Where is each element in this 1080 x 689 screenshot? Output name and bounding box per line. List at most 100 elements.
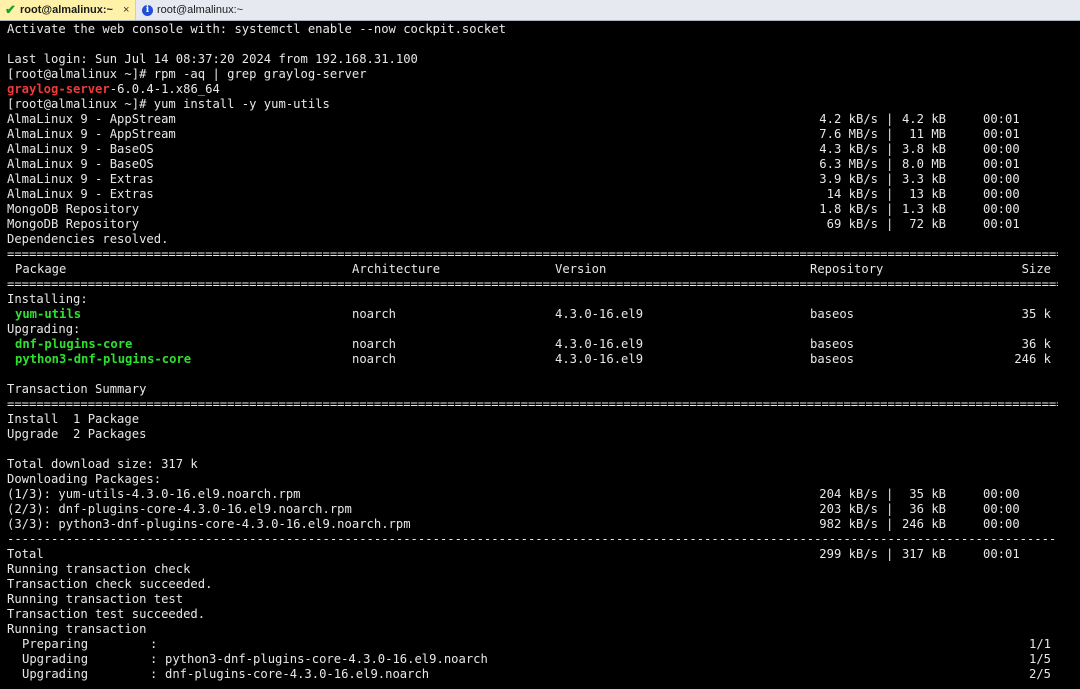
tab-label: root@almalinux:~ (20, 4, 113, 16)
terminal-line: Last login: Sun Jul 14 08:37:20 2024 fro… (7, 52, 418, 66)
repo-size: 3.3 kB (901, 172, 946, 186)
total-time: 00:01 (983, 547, 1020, 561)
package-version: 4.3.0-16.el9 (555, 352, 644, 366)
separator: | (886, 127, 894, 141)
download-size: 35 kB (901, 487, 946, 501)
repo-speed: 7.6 MB/s (819, 127, 878, 141)
double-rule: ========================================… (7, 277, 1058, 291)
repo-name: AlmaLinux 9 - Extras (7, 172, 154, 186)
package-size: 35 k (1021, 307, 1051, 321)
package-arch: noarch (352, 307, 397, 321)
step-action: Upgrading (22, 667, 89, 681)
repo-speed: 4.2 kB/s (819, 112, 878, 126)
repo-time: 00:01 (983, 127, 1020, 141)
section-label: Transaction Summary (7, 382, 147, 396)
separator: | (886, 487, 894, 501)
package-version: 4.3.0-16.el9 (555, 307, 644, 321)
repo-speed: 3.9 kB/s (819, 172, 878, 186)
repo-speed: 6.3 MB/s (819, 157, 878, 171)
repo-speed: 4.3 kB/s (819, 142, 878, 156)
package-arch: noarch (352, 352, 397, 366)
download-size: 246 kB (901, 517, 946, 531)
separator: | (886, 157, 894, 171)
step-target: python3-dnf-plugins-core-4.3.0-16.el9.no… (165, 652, 488, 666)
repo-time: 00:00 (983, 172, 1020, 186)
highlight-text: graylog-server (7, 82, 110, 96)
section-label: Upgrading: (7, 322, 81, 336)
download-speed: 982 kB/s (819, 517, 878, 531)
repo-time: 00:01 (983, 217, 1020, 231)
repo-name: MongoDB Repository (7, 217, 140, 231)
repo-time: 00:00 (983, 202, 1020, 216)
repo-speed: 1.8 kB/s (819, 202, 878, 216)
download-speed: 203 kB/s (819, 502, 878, 516)
separator: | (886, 547, 894, 561)
terminal-line: Total download size: 317 k (7, 457, 198, 471)
package-name: yum-utils (15, 307, 82, 321)
separator: | (886, 187, 894, 201)
download-name: (2/3): dnf-plugins-core-4.3.0-16.el9.noa… (7, 502, 352, 516)
repo-speed: 69 kB/s (819, 217, 878, 231)
repo-time: 00:01 (983, 157, 1020, 171)
package-arch: noarch (352, 337, 397, 351)
step-colon: : (150, 652, 158, 666)
download-speed: 204 kB/s (819, 487, 878, 501)
package-version: 4.3.0-16.el9 (555, 337, 644, 351)
terminal-line: Transaction check succeeded. (7, 577, 213, 591)
tab-session-2[interactable]: i root@almalinux:~ (138, 0, 278, 20)
separator: | (886, 217, 894, 231)
repo-name: AlmaLinux 9 - AppStream (7, 112, 176, 126)
step-count: 1/1 (1028, 637, 1051, 651)
repo-size: 13 kB (901, 187, 946, 201)
repo-name: MongoDB Repository (7, 202, 140, 216)
separator: | (886, 112, 894, 126)
terminal-output[interactable]: Activate the web console with: systemctl… (0, 21, 1080, 689)
repo-size: 11 MB (901, 127, 946, 141)
terminal-line: Dependencies resolved. (7, 232, 169, 246)
terminal-line: Running transaction test (7, 592, 184, 606)
double-rule: ========================================… (7, 247, 1058, 261)
double-rule: ========================================… (7, 397, 1058, 411)
repo-speed: 14 kB/s (819, 187, 878, 201)
separator: | (886, 502, 894, 516)
repo-name: AlmaLinux 9 - AppStream (7, 127, 176, 141)
column-header-architecture: Architecture (352, 262, 441, 276)
package-version: -6.0.4-1.x86_64 (109, 82, 220, 96)
terminal-line: Transaction test succeeded. (7, 607, 206, 621)
dashed-rule: ----------------------------------------… (7, 532, 1058, 546)
step-colon: : (150, 637, 158, 651)
total-speed: 299 kB/s (819, 547, 878, 561)
separator: | (886, 517, 894, 531)
repo-size: 8.0 MB (901, 157, 946, 171)
step-action: Preparing (22, 637, 89, 651)
download-time: 00:00 (983, 517, 1020, 531)
column-header-version: Version (555, 262, 607, 276)
repo-size: 4.2 kB (901, 112, 946, 126)
download-time: 00:00 (983, 502, 1020, 516)
close-icon[interactable]: × (123, 4, 129, 16)
tab-label: root@almalinux:~ (157, 4, 244, 16)
terminal-line: Activate the web console with: systemctl… (7, 22, 506, 36)
column-header-size: Size (1021, 262, 1051, 276)
package-repo: baseos (810, 352, 855, 366)
terminal-line: graylog-server-6.0.4-1.x86_64 (7, 82, 220, 97)
terminal-line: [root@almalinux ~]# yum install -y yum-u… (7, 97, 330, 111)
repo-size: 72 kB (901, 217, 946, 231)
terminal-line: Upgrade 2 Packages (7, 427, 147, 441)
step-count: 2/5 (1028, 667, 1051, 681)
tab-session-1[interactable]: ✔ root@almalinux:~ × (0, 0, 136, 20)
package-repo: baseos (810, 337, 855, 351)
total-label: Total (7, 547, 44, 561)
step-colon: : (150, 667, 158, 681)
separator: | (886, 172, 894, 186)
step-count: 1/5 (1028, 652, 1051, 666)
separator: | (886, 202, 894, 216)
repo-time: 00:01 (983, 112, 1020, 126)
repo-name: AlmaLinux 9 - BaseOS (7, 142, 154, 156)
download-size: 36 kB (901, 502, 946, 516)
repo-size: 1.3 kB (901, 202, 946, 216)
package-size: 36 k (1021, 337, 1051, 351)
column-header-repository: Repository (810, 262, 884, 276)
column-header-package: Package (15, 262, 67, 276)
check-icon: ✔ (5, 2, 16, 17)
